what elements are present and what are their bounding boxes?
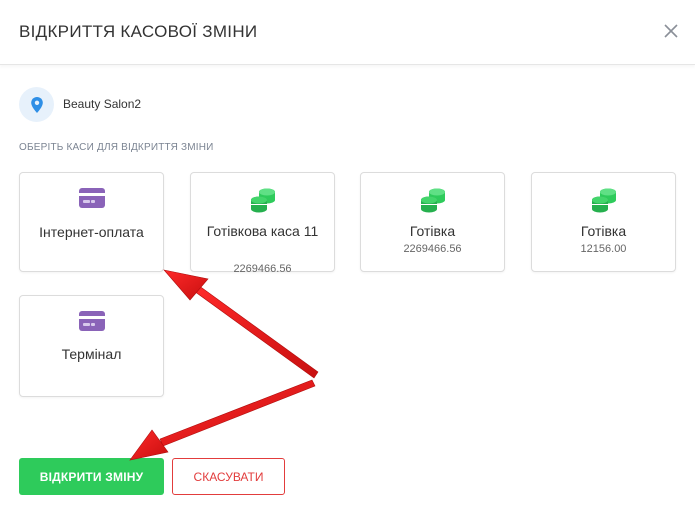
section-label: ОБЕРІТЬ КАСИ ДЛЯ ВІДКРИТТЯ ЗМІНИ (19, 142, 214, 153)
register-card-cash-1[interactable]: Готівка 2269466.56 (360, 172, 505, 272)
register-card-cash-11[interactable]: Готівкова каса 11 2269466.56 (190, 172, 335, 275)
location-name: Beauty Salon2 (63, 97, 142, 111)
dialog-title: ВІДКРИТТЯ КАСОВОЇ ЗМІНИ (19, 22, 258, 41)
register-amount: 2269466.56 (233, 263, 292, 275)
credit-card-icon (78, 310, 106, 337)
register-amount: 12156.00 (580, 243, 627, 255)
annotation-arrow-to-card (163, 269, 319, 379)
dialog-header: ВІДКРИТТЯ КАСОВОЇ ЗМІНИ (0, 0, 695, 65)
map-pin-icon (30, 96, 43, 113)
register-name: Термінал (61, 346, 122, 362)
register-amount: 2269466.56 (403, 243, 462, 255)
register-name: Готівка (409, 223, 456, 239)
register-name: Інтернет-оплата (39, 224, 144, 240)
coins-icon (250, 187, 276, 218)
close-icon[interactable] (660, 20, 682, 42)
coins-icon (420, 187, 446, 218)
location-avatar (19, 87, 54, 122)
register-name: Готівкова каса 11 (206, 223, 319, 239)
credit-card-icon (78, 187, 106, 214)
register-card-internet-payment[interactable]: Інтернет-оплата (19, 172, 164, 272)
open-shift-button[interactable]: ВІДКРИТИ ЗМІНУ (19, 458, 164, 495)
register-card-terminal[interactable]: Термінал (19, 295, 164, 397)
register-card-cash-2[interactable]: Готівка 12156.00 (531, 172, 676, 272)
register-name: Готівка (580, 223, 627, 239)
coins-icon (591, 187, 617, 218)
cancel-button[interactable]: СКАСУВАТИ (172, 458, 285, 495)
